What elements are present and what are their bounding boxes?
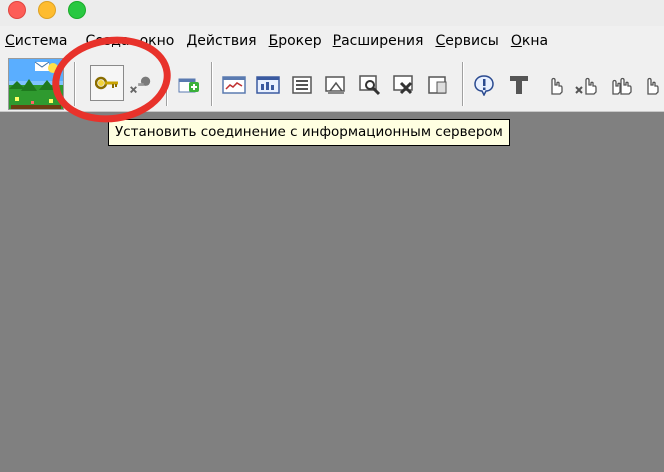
menu-mnemonic: О xyxy=(510,33,522,49)
hands-button[interactable] xyxy=(609,72,635,98)
hand-more-button[interactable] xyxy=(640,72,664,98)
hands-icon xyxy=(612,77,632,95)
menu-label: кна xyxy=(521,33,549,49)
menu-mnemonic: Д xyxy=(186,33,198,49)
chart-tool-button[interactable] xyxy=(323,72,349,98)
menu-actions[interactable]: Действия xyxy=(181,26,261,56)
info-button[interactable] xyxy=(471,72,497,98)
menu-label: истема xyxy=(14,33,68,49)
hand-button[interactable] xyxy=(542,72,568,98)
window-titlebar xyxy=(0,0,664,26)
menu-label: рокер xyxy=(278,33,322,49)
menu-windows[interactable]: Окна xyxy=(506,26,553,56)
menu-mnemonic: Р xyxy=(332,33,342,49)
menu-label: ействия xyxy=(197,33,257,49)
menu-mnemonic: С xyxy=(435,33,446,49)
close-chart-button[interactable] xyxy=(391,72,417,98)
list-icon xyxy=(292,76,312,94)
menu-broker[interactable]: Брокер xyxy=(264,26,327,56)
text-tool-button[interactable] xyxy=(506,72,532,98)
info-icon xyxy=(474,75,494,96)
new-window-plus-icon xyxy=(178,78,199,93)
new-chart-button[interactable] xyxy=(176,72,202,98)
menu-label: ервисы xyxy=(445,33,499,49)
chart-icon xyxy=(222,76,246,94)
list-button[interactable] xyxy=(289,72,315,98)
hand-delete-button[interactable] xyxy=(574,72,600,98)
menu-mnemonic: С xyxy=(5,33,15,49)
search-chart-icon xyxy=(359,75,381,96)
search-chart-button[interactable] xyxy=(357,72,383,98)
chart-window-icon xyxy=(256,76,280,94)
toolbar-separator xyxy=(462,62,464,106)
hand-icon xyxy=(551,77,563,95)
document-icon xyxy=(428,76,447,94)
chart-window-button[interactable] xyxy=(255,72,281,98)
menu-mnemonic: Б xyxy=(268,33,279,49)
text-tool-icon xyxy=(510,76,528,94)
chart-tool-icon xyxy=(325,76,345,94)
hand-more-icon xyxy=(647,77,659,95)
hand-delete-icon xyxy=(575,77,597,95)
menu-extensions[interactable]: Расширения xyxy=(328,26,429,56)
menu-label: асширения xyxy=(341,33,424,49)
close-window-button[interactable] xyxy=(8,1,26,19)
menu-services[interactable]: Сервисы xyxy=(430,26,503,56)
maximize-window-button[interactable] xyxy=(68,1,86,19)
menu-system[interactable]: Система xyxy=(0,26,73,56)
toolbar-separator xyxy=(211,62,213,106)
chart-button[interactable] xyxy=(221,72,247,98)
close-chart-icon xyxy=(393,75,413,95)
minimize-window-button[interactable] xyxy=(38,1,56,19)
connect-server-tooltip: Установить соединение с информационным с… xyxy=(108,119,510,146)
document-button[interactable] xyxy=(425,72,451,98)
